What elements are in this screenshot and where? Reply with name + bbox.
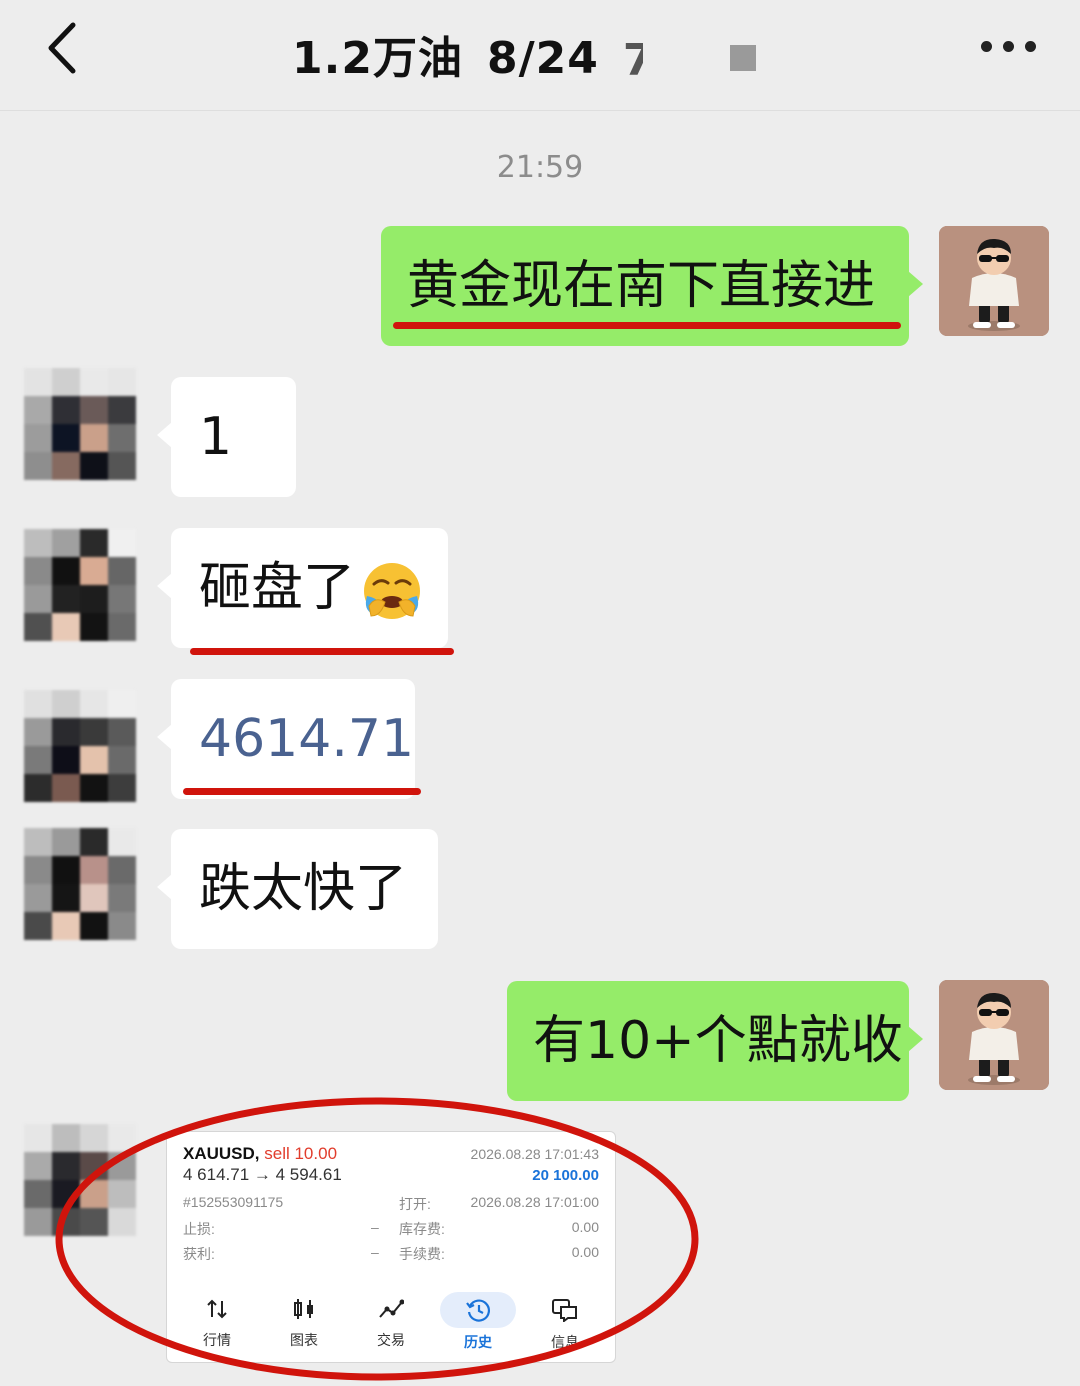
title-name: 1.2万油 xyxy=(292,33,463,84)
message-timestamp: 21:59 xyxy=(496,150,584,185)
cartoon-character-icon xyxy=(939,980,1049,1090)
message-bubble-other[interactable]: 跌太快了 xyxy=(157,829,438,949)
message-text: 砸盘了 xyxy=(199,558,356,618)
title-truncated: 7 xyxy=(622,35,643,86)
contact-avatar-blurred[interactable] xyxy=(24,690,136,802)
red-underline xyxy=(190,648,454,655)
chat-title: 1.2万油 8/24 7 xyxy=(292,22,643,86)
contact-avatar-blurred[interactable] xyxy=(24,828,136,940)
self-avatar[interactable] xyxy=(939,980,1049,1090)
message-text: 1 xyxy=(199,407,233,467)
red-circle-annotation xyxy=(55,1097,699,1381)
message-bubble-other[interactable]: 砸盘了 xyxy=(157,528,448,648)
back-icon[interactable] xyxy=(40,20,90,76)
redaction-block xyxy=(730,45,756,71)
red-underline xyxy=(183,788,421,795)
message-bubble-self[interactable]: 有10+个點就收 xyxy=(507,981,923,1101)
message-bubble-other[interactable]: 4614.71 xyxy=(157,679,415,799)
title-date: 8/24 xyxy=(486,33,599,84)
crying-laughing-emoji-icon xyxy=(364,563,420,619)
contact-avatar-blurred[interactable] xyxy=(24,368,136,480)
message-bubble-other[interactable]: 1 xyxy=(157,377,296,497)
self-avatar[interactable] xyxy=(939,226,1049,336)
message-text-price[interactable]: 4614.71 xyxy=(199,709,414,769)
contact-avatar-blurred[interactable] xyxy=(24,529,136,641)
cartoon-character-icon xyxy=(939,226,1049,336)
message-text: 有10+个點就收 xyxy=(533,1011,903,1071)
red-underline xyxy=(393,322,901,329)
more-options-icon[interactable] xyxy=(978,38,1038,56)
message-text: 黄金现在南下直接进 xyxy=(407,256,876,316)
message-text: 跌太快了 xyxy=(199,859,408,919)
